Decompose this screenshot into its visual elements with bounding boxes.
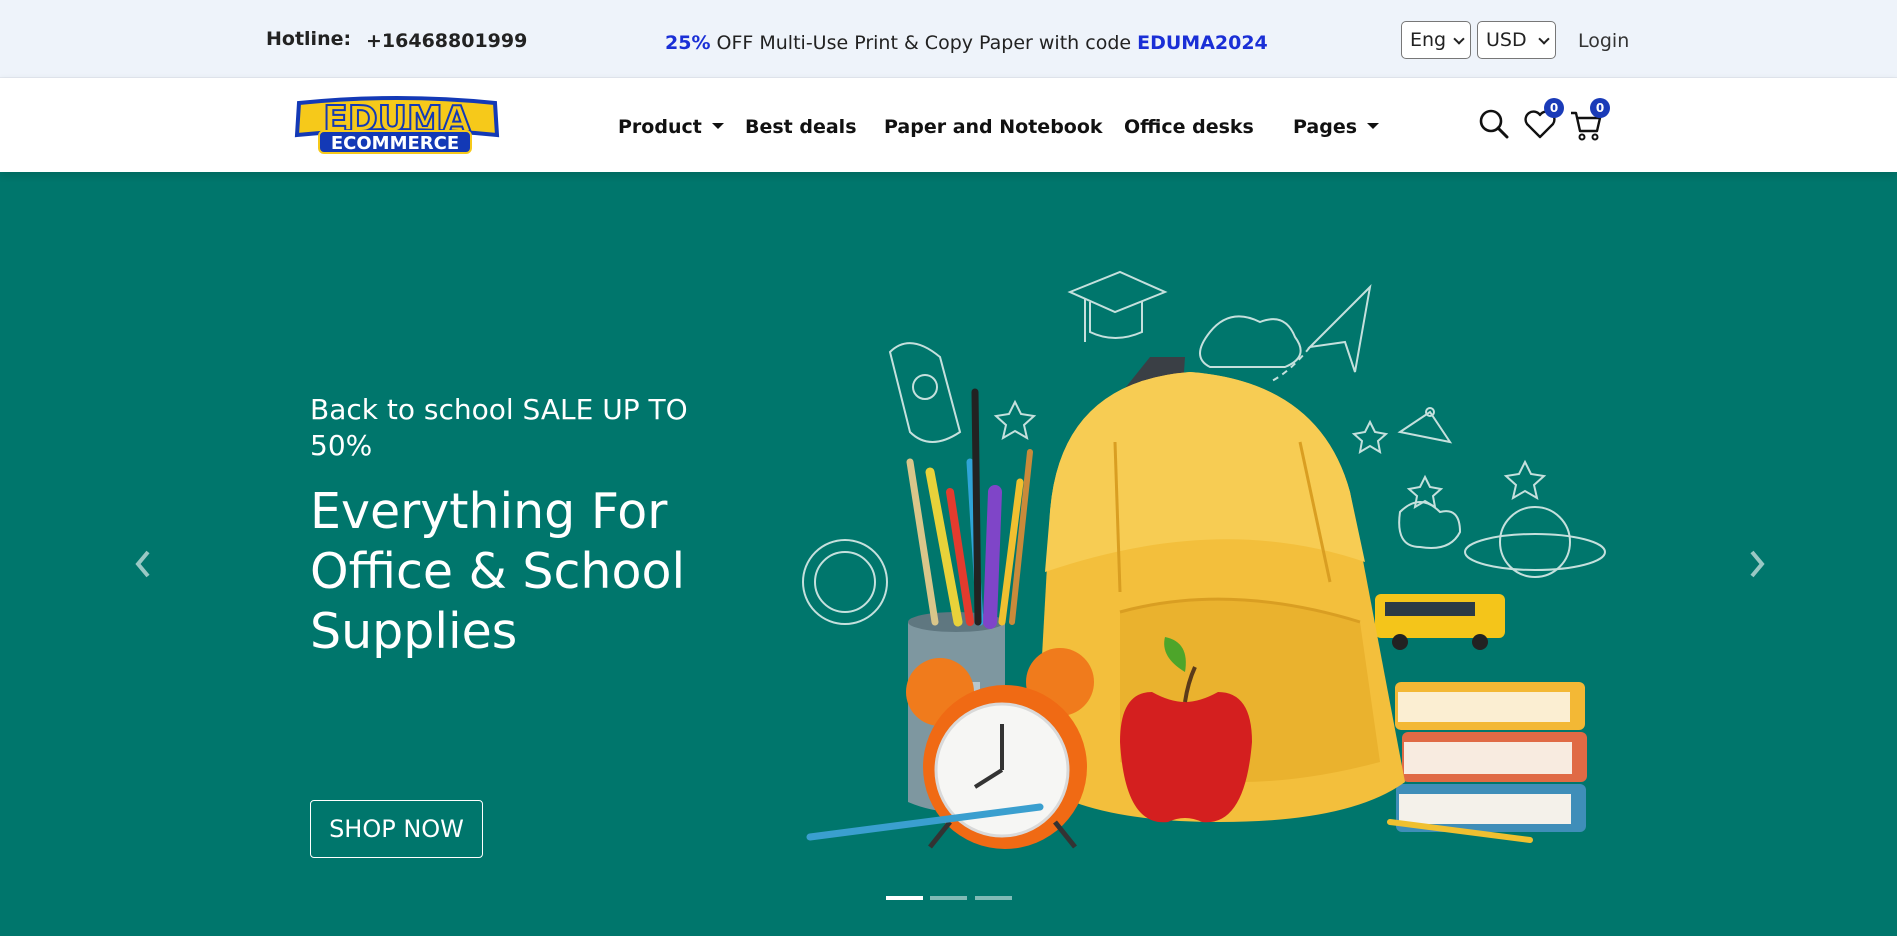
hero-image-backpack — [790, 262, 1630, 852]
promo-text: OFF Multi-Use Print & Copy Paper with co… — [710, 32, 1138, 54]
promo-banner: 25% OFF Multi-Use Print & Copy Paper wit… — [665, 32, 1268, 54]
cart-button[interactable]: 0 — [1568, 98, 1610, 142]
nav-pages-label: Pages — [1293, 116, 1358, 138]
carousel-indicator-2[interactable] — [930, 896, 967, 900]
promo-percent: 25% — [665, 32, 711, 54]
carousel-next-button[interactable] — [1742, 544, 1772, 584]
hero-headline: Everything For Office & School Supplies — [310, 483, 686, 660]
chevron-left-icon — [135, 550, 150, 578]
wishlist-button[interactable]: 0 — [1522, 98, 1564, 142]
currency-select[interactable]: USD — [1477, 21, 1556, 59]
language-value: Eng — [1410, 29, 1447, 51]
nav-pages[interactable]: Pages — [1293, 116, 1380, 138]
nav-best-deals[interactable]: Best deals — [745, 116, 857, 138]
caret-down-icon — [711, 123, 724, 129]
caret-down-icon — [1367, 123, 1380, 129]
carousel-indicator-3[interactable] — [975, 896, 1012, 900]
search-icon — [1479, 109, 1509, 139]
chevron-down-icon — [1538, 33, 1550, 45]
nav-product[interactable]: Product — [618, 116, 724, 138]
search-button[interactable] — [1476, 106, 1512, 142]
chevron-right-icon — [1750, 550, 1765, 578]
nav-office-desks[interactable]: Office desks — [1124, 116, 1254, 138]
wishlist-count-badge: 0 — [1544, 98, 1564, 118]
top-bar: Hotline: +16468801999 25% OFF Multi-Use … — [0, 0, 1897, 78]
shop-now-button[interactable]: SHOP NOW — [310, 800, 483, 858]
nav-paper-and-notebook[interactable]: Paper and Notebook — [884, 116, 1103, 138]
eduma-logo[interactable]: EDUMA ECOMMERCE — [293, 95, 501, 155]
carousel-indicator-1[interactable] — [886, 896, 923, 900]
main-navbar: EDUMA ECOMMERCE Product Best deals Paper… — [0, 78, 1897, 172]
language-select[interactable]: Eng — [1401, 21, 1471, 59]
hero-eyebrow: Back to school SALE UP TO 50% — [310, 393, 688, 462]
promo-code: EDUMA2024 — [1137, 32, 1268, 54]
nav-product-label: Product — [618, 116, 702, 138]
cart-count-badge: 0 — [1590, 98, 1610, 118]
hotline-label: Hotline: — [266, 28, 352, 50]
login-link[interactable]: Login — [1578, 30, 1629, 52]
chevron-down-icon — [1453, 33, 1465, 45]
logo-subtitle: ECOMMERCE — [331, 133, 459, 154]
currency-value: USD — [1486, 29, 1527, 51]
hotline-number[interactable]: +16468801999 — [366, 30, 527, 52]
hero-carousel: Back to school SALE UP TO 50% Everything… — [0, 172, 1897, 936]
carousel-prev-button[interactable] — [128, 544, 158, 584]
